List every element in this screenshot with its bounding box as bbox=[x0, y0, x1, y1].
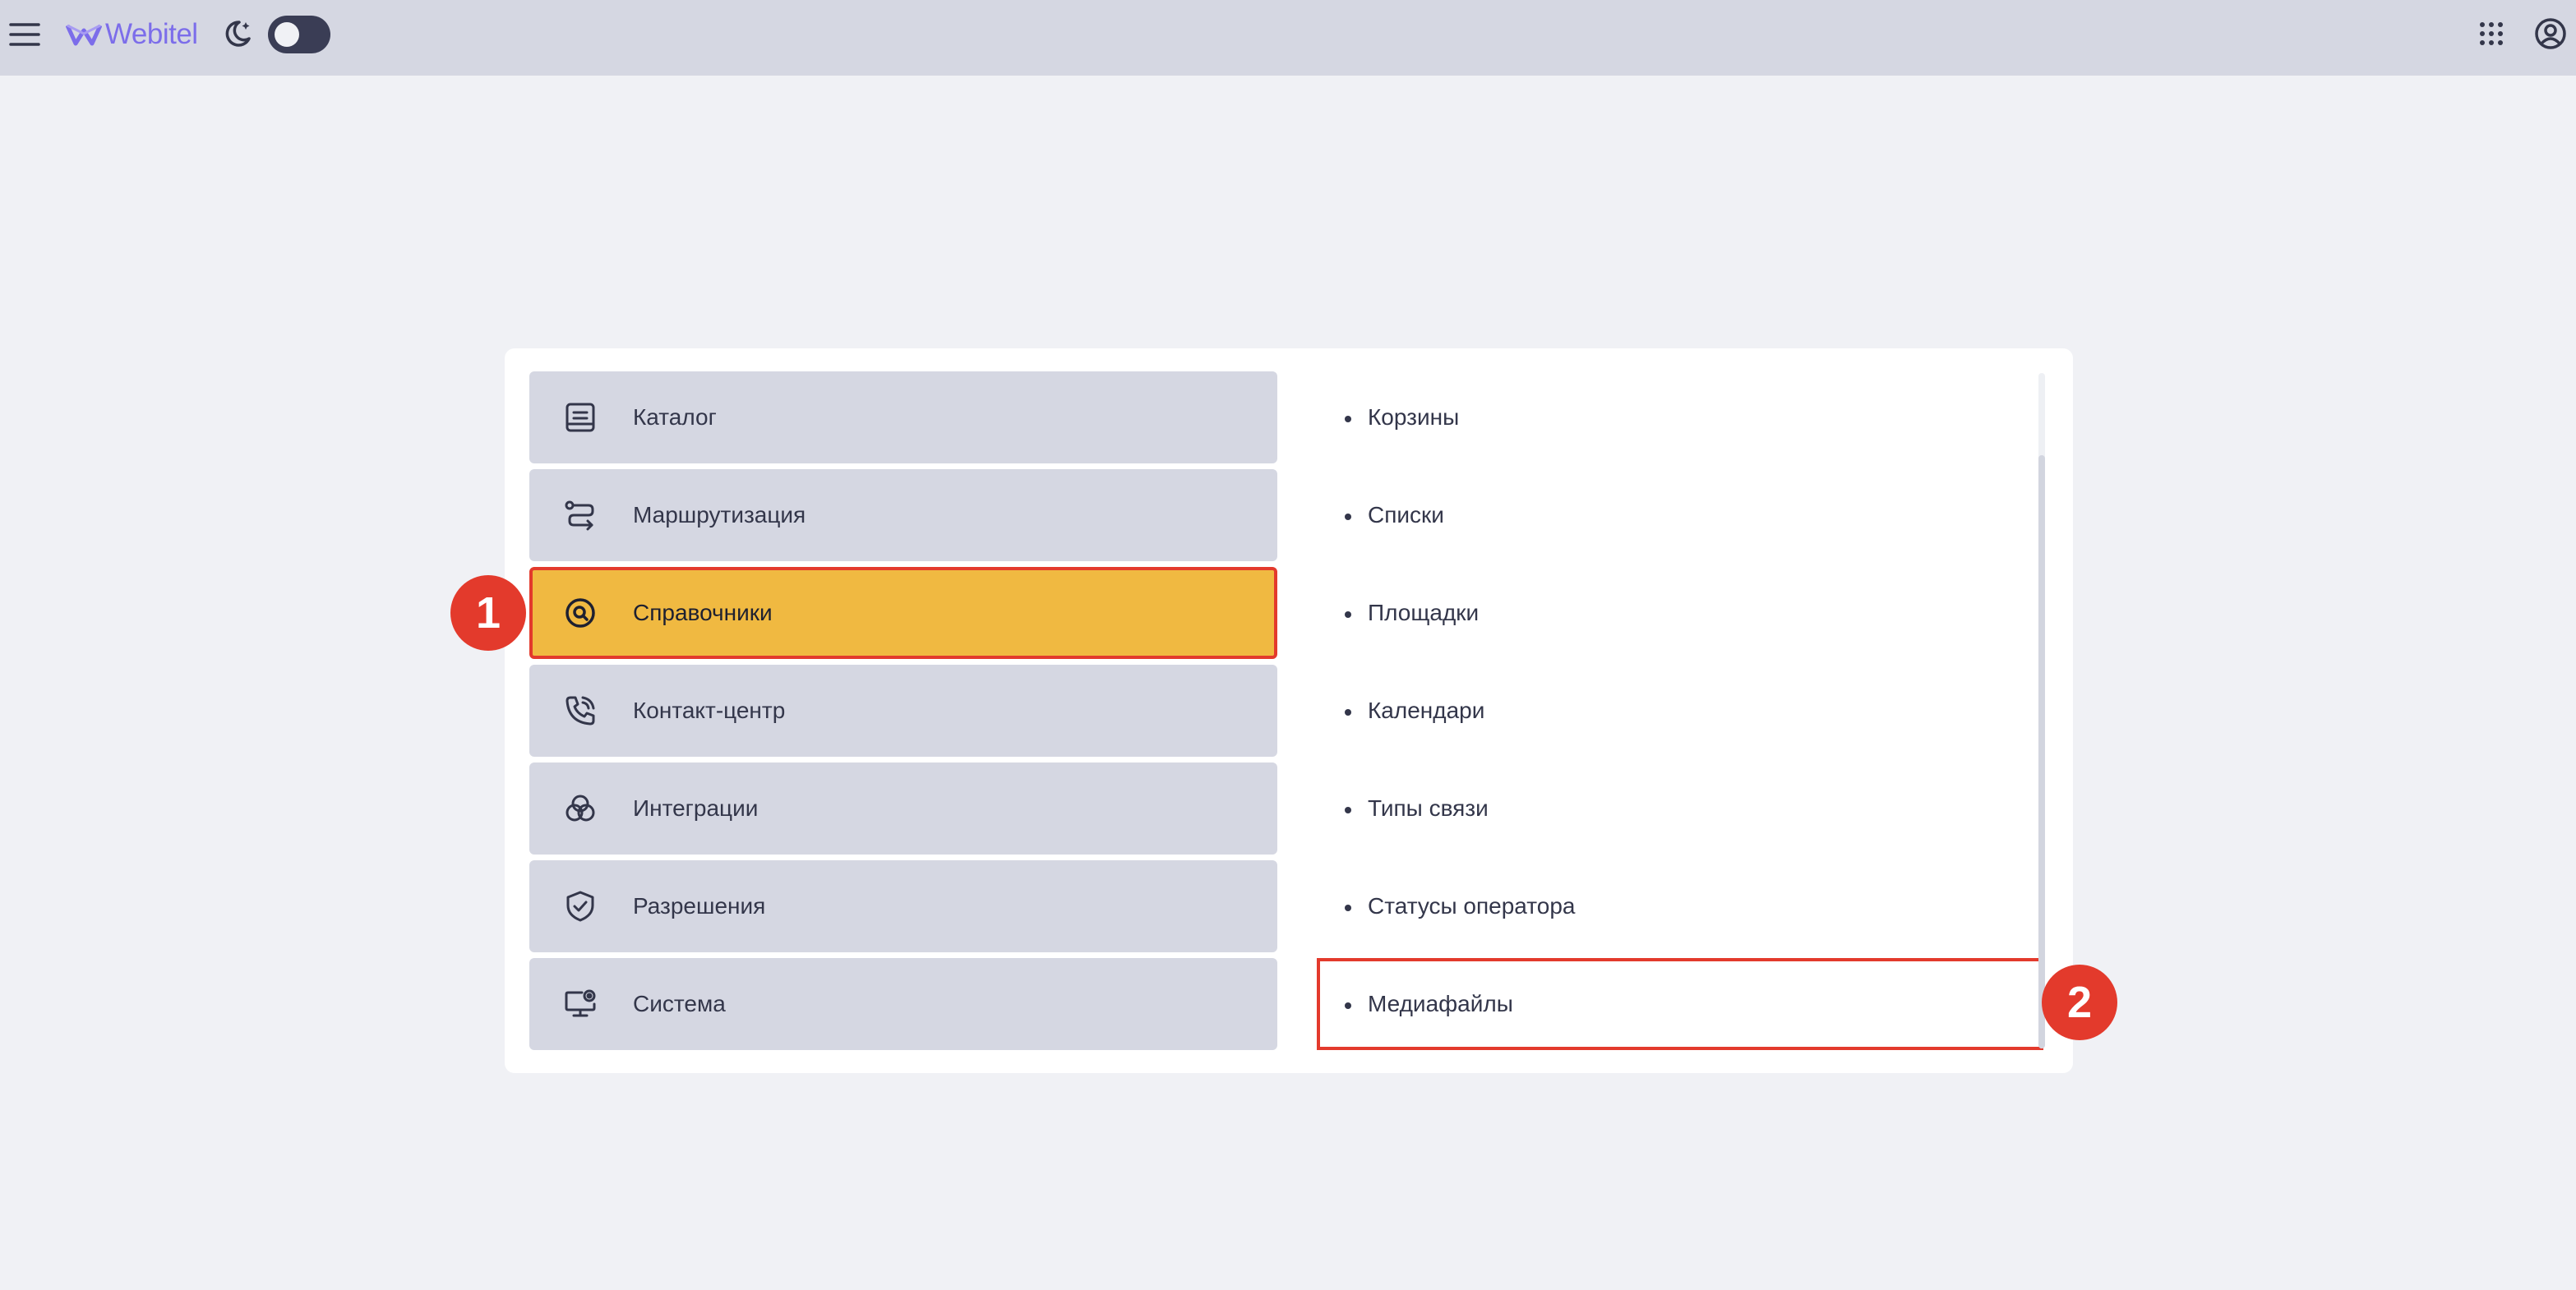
directory-search-icon bbox=[561, 593, 600, 633]
nav-item-routing[interactable]: Маршрутизация bbox=[529, 469, 1277, 561]
nav-label: Разрешения bbox=[633, 893, 766, 919]
bullet bbox=[1345, 514, 1351, 520]
subnav-label: Корзины bbox=[1368, 404, 1460, 430]
system-monitor-icon bbox=[561, 984, 600, 1024]
logo-text: Webitel bbox=[105, 18, 198, 50]
subnav-item-media-files[interactable]: Медиафайлы bbox=[1317, 958, 2043, 1050]
apps-grid-icon[interactable] bbox=[2472, 15, 2510, 53]
bullet bbox=[1345, 709, 1351, 716]
webitel-logo-icon bbox=[66, 24, 102, 46]
bullet bbox=[1345, 807, 1351, 813]
nav-item-permissions[interactable]: Разрешения bbox=[529, 860, 1277, 952]
nav-label: Контакт-центр bbox=[633, 698, 786, 723]
phone-call-icon bbox=[561, 691, 600, 730]
account-circle-icon[interactable] bbox=[2532, 15, 2569, 53]
integrations-icon bbox=[561, 789, 600, 828]
subnav-item-calendars[interactable]: Календари bbox=[1317, 665, 2043, 757]
nav-item-contact-center[interactable]: Контакт-центр bbox=[529, 665, 1277, 757]
scrollbar[interactable] bbox=[2038, 373, 2045, 1048]
top-bar: Webitel bbox=[0, 0, 2576, 76]
subnav-item-sites[interactable]: Площадки bbox=[1317, 567, 2043, 659]
nav-label: Справочники bbox=[633, 600, 773, 625]
annotation-marker-2: 2 bbox=[2042, 965, 2117, 1040]
subnav-item-lists[interactable]: Списки bbox=[1317, 469, 2043, 561]
annotation-marker-1: 1 bbox=[450, 575, 526, 651]
nav-label: Система bbox=[633, 991, 726, 1016]
subnav-item-communication-types[interactable]: Типы связи bbox=[1317, 762, 2043, 855]
shield-check-icon bbox=[561, 887, 600, 926]
subnav-item-agent-statuses[interactable]: Статусы оператора bbox=[1317, 860, 2043, 952]
subnav-label: Календари bbox=[1368, 698, 1485, 723]
theme-toggle[interactable] bbox=[268, 16, 330, 53]
subnav-label: Площадки bbox=[1368, 600, 1480, 625]
bullet bbox=[1345, 416, 1351, 422]
subnav-label: Медиафайлы bbox=[1368, 991, 1513, 1016]
nav-item-catalog[interactable]: Каталог bbox=[529, 371, 1277, 463]
hamburger-menu-icon[interactable] bbox=[5, 16, 44, 53]
bullet bbox=[1345, 1002, 1351, 1009]
nav-item-integrations[interactable]: Интеграции bbox=[529, 762, 1277, 855]
routing-icon bbox=[561, 495, 600, 535]
subnav-label: Статусы оператора bbox=[1368, 893, 1576, 919]
scrollbar-thumb[interactable] bbox=[2038, 455, 2045, 1048]
nav-item-system[interactable]: Система bbox=[529, 958, 1277, 1050]
subnav-label: Списки bbox=[1368, 502, 1444, 528]
catalog-icon bbox=[561, 398, 600, 437]
webitel-logo[interactable]: Webitel bbox=[66, 15, 198, 54]
subnav-item-queues[interactable]: Корзины bbox=[1317, 371, 2043, 463]
nav-label: Интеграции bbox=[633, 795, 759, 821]
nav-label: Каталог bbox=[633, 404, 717, 430]
nav-label: Маршрутизация bbox=[633, 502, 806, 528]
toggle-knob bbox=[275, 22, 299, 47]
subnav-label: Типы связи bbox=[1368, 795, 1489, 821]
bullet bbox=[1345, 611, 1351, 618]
navigation-panel: Каталог Маршрутизация Справочники Контак… bbox=[505, 348, 2073, 1073]
bullet bbox=[1345, 905, 1351, 911]
nav-item-directories[interactable]: Справочники bbox=[529, 567, 1277, 659]
moon-stars-icon bbox=[219, 15, 256, 53]
